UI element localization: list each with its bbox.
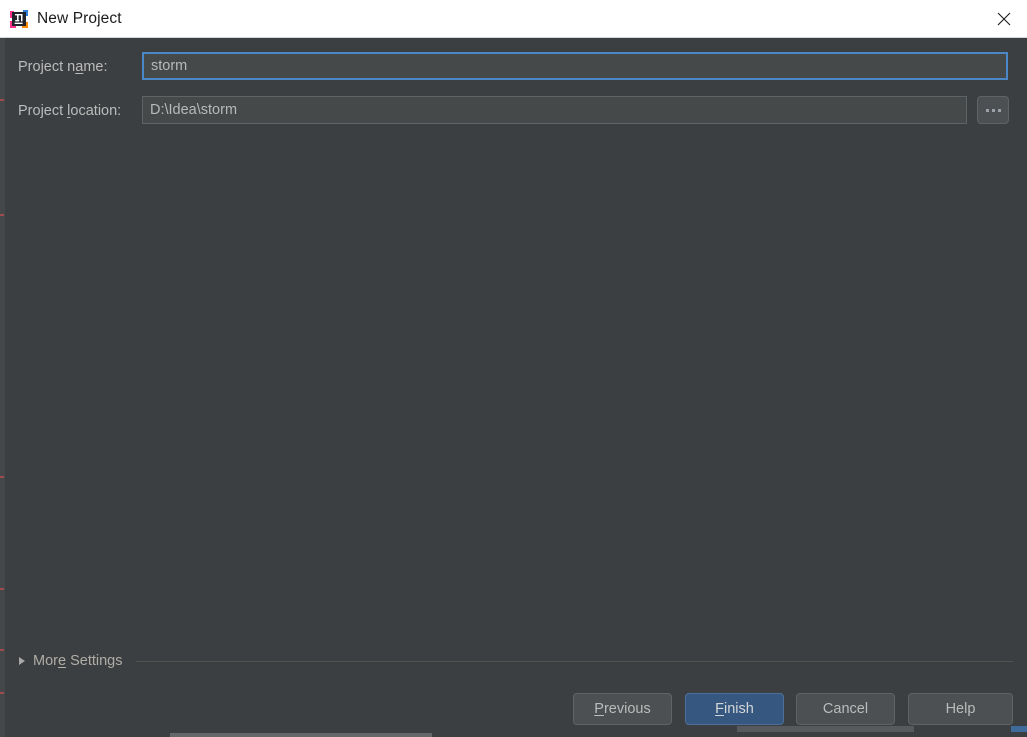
background-window-remnant-3 bbox=[170, 733, 432, 737]
cancel-button[interactable]: Cancel bbox=[796, 693, 895, 725]
project-location-value: D:\Idea\storm bbox=[150, 102, 238, 118]
project-name-label: Project name: bbox=[18, 59, 108, 75]
intellij-idea-logo-icon bbox=[10, 10, 28, 28]
dialog-content: Project name: storm Project location: D:… bbox=[5, 38, 1027, 737]
ellipsis-icon-dot-3 bbox=[997, 108, 1001, 112]
title-bar: New Project bbox=[0, 0, 1027, 38]
close-icon[interactable] bbox=[981, 0, 1027, 37]
project-location-label: Project location: bbox=[18, 103, 122, 119]
help-button[interactable]: Help bbox=[908, 693, 1013, 725]
browse-location-button[interactable] bbox=[977, 96, 1009, 124]
project-location-input[interactable]: D:\Idea\storm bbox=[142, 96, 967, 124]
new-project-dialog: New Project Project name: storm Project … bbox=[0, 0, 1027, 737]
background-window-remnant-2 bbox=[1011, 726, 1027, 732]
more-settings-label: More Settings bbox=[33, 653, 123, 669]
finish-button[interactable]: Finish bbox=[685, 693, 784, 725]
more-settings-separator bbox=[136, 660, 1013, 662]
ellipsis-icon-dot-1 bbox=[985, 108, 989, 112]
chevron-right-triangle-icon[interactable] bbox=[19, 657, 25, 665]
project-name-input[interactable]: storm bbox=[142, 52, 1008, 80]
background-window-remnant-1 bbox=[737, 726, 914, 732]
ellipsis-icon-dot-2 bbox=[991, 108, 995, 112]
previous-button[interactable]: Previous bbox=[573, 693, 672, 725]
window-title: New Project bbox=[37, 10, 122, 27]
more-settings-section[interactable]: More Settings bbox=[16, 651, 1017, 671]
project-name-value: storm bbox=[151, 58, 188, 74]
